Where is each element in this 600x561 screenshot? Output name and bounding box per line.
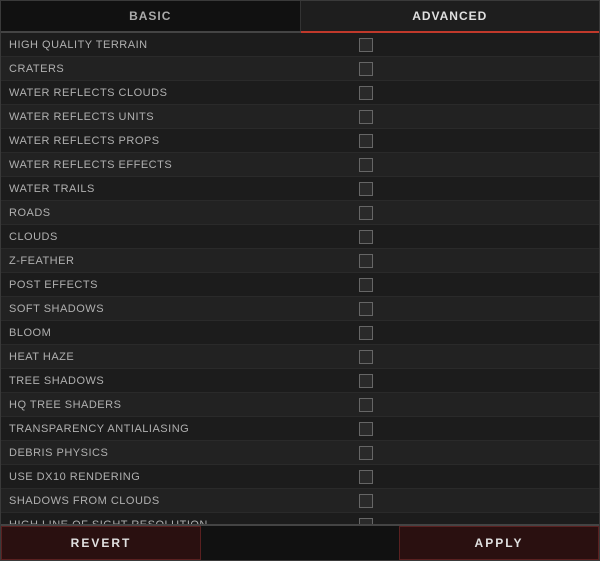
table-row: POST EFFECTS: [1, 273, 599, 297]
setting-checkbox[interactable]: [359, 446, 373, 460]
setting-checkbox[interactable]: [359, 110, 373, 124]
table-row: HIGH LINE OF SIGHT RESOLUTION: [1, 513, 599, 524]
setting-checkbox[interactable]: [359, 86, 373, 100]
setting-label: SOFT SHADOWS: [9, 303, 351, 315]
setting-checkbox-area: [351, 86, 591, 100]
tab-advanced[interactable]: ADVANCED: [301, 1, 600, 33]
setting-label: WATER REFLECTS PROPS: [9, 135, 351, 147]
setting-checkbox-area: [351, 326, 591, 340]
setting-checkbox-area: [351, 494, 591, 508]
setting-checkbox-area: [351, 398, 591, 412]
table-row: WATER REFLECTS UNITS: [1, 105, 599, 129]
tab-basic[interactable]: BASIC: [1, 1, 301, 31]
settings-list: HIGH QUALITY TERRAIN CRATERS WATER REFLECT…: [1, 33, 599, 524]
setting-checkbox[interactable]: [359, 206, 373, 220]
table-row: WATER REFLECTS EFFECTS: [1, 153, 599, 177]
setting-label: WATER REFLECTS UNITS: [9, 111, 351, 123]
setting-checkbox-area: [351, 206, 591, 220]
setting-checkbox-area: [351, 470, 591, 484]
content-area: HIGH QUALITY TERRAIN CRATERS WATER REFLECT…: [1, 33, 599, 524]
setting-label: ROADS: [9, 207, 351, 219]
setting-checkbox[interactable]: [359, 350, 373, 364]
setting-checkbox-area: [351, 38, 591, 52]
settings-window: BASIC ADVANCED HIGH QUALITY TERRAIN CRATE…: [0, 0, 600, 561]
setting-checkbox[interactable]: [359, 470, 373, 484]
setting-checkbox[interactable]: [359, 254, 373, 268]
setting-checkbox[interactable]: [359, 230, 373, 244]
setting-label: TRANSPARENCY ANTIALIASING: [9, 423, 351, 435]
setting-checkbox[interactable]: [359, 302, 373, 316]
table-row: DEBRIS PHYSICS: [1, 441, 599, 465]
setting-checkbox-area: [351, 62, 591, 76]
revert-button[interactable]: REVERT: [1, 526, 201, 560]
table-row: ROADS: [1, 201, 599, 225]
setting-label: CLOUDS: [9, 231, 351, 243]
setting-checkbox[interactable]: [359, 422, 373, 436]
table-row: Z-FEATHER: [1, 249, 599, 273]
table-row: WATER REFLECTS CLOUDS: [1, 81, 599, 105]
setting-checkbox[interactable]: [359, 494, 373, 508]
table-row: SHADOWS FROM CLOUDS: [1, 489, 599, 513]
setting-checkbox[interactable]: [359, 374, 373, 388]
setting-checkbox-area: [351, 134, 591, 148]
setting-label: CRATERS: [9, 63, 351, 75]
table-row: WATER REFLECTS PROPS: [1, 129, 599, 153]
setting-checkbox[interactable]: [359, 38, 373, 52]
table-row: WATER TRAILS: [1, 177, 599, 201]
table-row: HQ TREE SHADERS: [1, 393, 599, 417]
setting-checkbox[interactable]: [359, 326, 373, 340]
table-row: HIGH QUALITY TERRAIN: [1, 33, 599, 57]
setting-label: HIGH QUALITY TERRAIN: [9, 39, 351, 51]
setting-label: TREE SHADOWS: [9, 375, 351, 387]
footer-bar: REVERT APPLY: [1, 524, 599, 560]
table-row: BLOOM: [1, 321, 599, 345]
setting-checkbox-area: [351, 278, 591, 292]
setting-checkbox[interactable]: [359, 134, 373, 148]
setting-checkbox-area: [351, 158, 591, 172]
setting-label: BLOOM: [9, 327, 351, 339]
setting-checkbox-area: [351, 182, 591, 196]
footer-spacer: [201, 526, 399, 560]
setting-checkbox[interactable]: [359, 398, 373, 412]
setting-checkbox[interactable]: [359, 182, 373, 196]
setting-checkbox[interactable]: [359, 62, 373, 76]
setting-label: WATER REFLECTS CLOUDS: [9, 87, 351, 99]
setting-checkbox-area: [351, 254, 591, 268]
setting-label: WATER REFLECTS EFFECTS: [9, 159, 351, 171]
table-row: TREE SHADOWS: [1, 369, 599, 393]
setting-label: POST EFFECTS: [9, 279, 351, 291]
apply-button[interactable]: APPLY: [399, 526, 599, 560]
setting-checkbox[interactable]: [359, 158, 373, 172]
table-row: CLOUDS: [1, 225, 599, 249]
table-row: USE DX10 RENDERING: [1, 465, 599, 489]
setting-checkbox[interactable]: [359, 278, 373, 292]
setting-checkbox-area: [351, 350, 591, 364]
setting-label: DEBRIS PHYSICS: [9, 447, 351, 459]
setting-label: HEAT HAZE: [9, 351, 351, 363]
table-row: TRANSPARENCY ANTIALIASING: [1, 417, 599, 441]
setting-checkbox-area: [351, 374, 591, 388]
setting-checkbox-area: [351, 230, 591, 244]
setting-checkbox-area: [351, 446, 591, 460]
setting-label: USE DX10 RENDERING: [9, 471, 351, 483]
setting-label: Z-FEATHER: [9, 255, 351, 267]
table-row: HEAT HAZE: [1, 345, 599, 369]
table-row: CRATERS: [1, 57, 599, 81]
setting-label: HQ TREE SHADERS: [9, 399, 351, 411]
tab-bar: BASIC ADVANCED: [1, 1, 599, 33]
setting-checkbox-area: [351, 422, 591, 436]
setting-checkbox-area: [351, 110, 591, 124]
setting-label: SHADOWS FROM CLOUDS: [9, 495, 351, 507]
setting-checkbox-area: [351, 302, 591, 316]
table-row: SOFT SHADOWS: [1, 297, 599, 321]
setting-label: WATER TRAILS: [9, 183, 351, 195]
